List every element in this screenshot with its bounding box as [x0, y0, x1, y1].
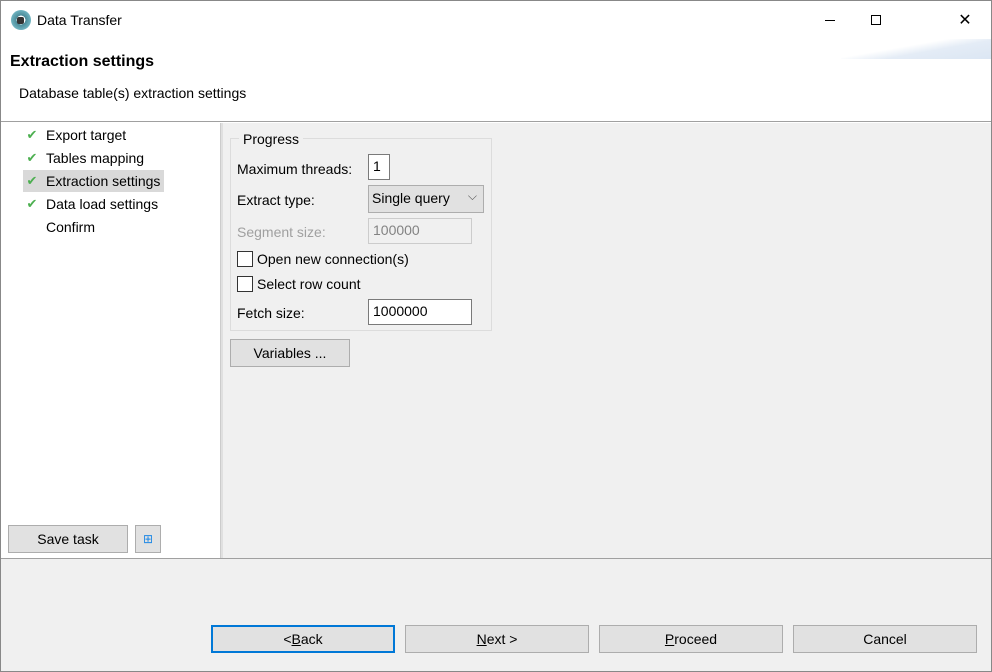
fetch-size-input[interactable]: 1000000 — [368, 299, 472, 325]
step-label: Extraction settings — [46, 173, 161, 189]
save-task-label: Save task — [37, 531, 99, 547]
step-label: Confirm — [46, 219, 96, 235]
step-confirm[interactable]: Confirm — [23, 216, 99, 238]
step-extraction-settings[interactable]: ✔ Extraction settings — [23, 170, 165, 192]
tasks-icon: ⊞ — [142, 532, 154, 546]
mnemonic: B — [291, 631, 301, 647]
title-bar: Data Transfer ✕ — [1, 1, 991, 39]
back-label-rest: ack — [300, 631, 323, 647]
mnemonic: N — [476, 631, 487, 647]
data-transfer-window: Data Transfer ✕ Extraction settings Data… — [0, 0, 992, 672]
page-title: Extraction settings — [10, 53, 155, 70]
segment-size-input: 100000 — [368, 218, 472, 244]
close-button[interactable]: ✕ — [899, 1, 991, 39]
step-data-load-settings[interactable]: ✔ Data load settings — [23, 193, 162, 215]
steps-panel: ✔ Export target ✔ Tables mapping ✔ Extracti… — [1, 123, 221, 558]
back-button[interactable]: < Back — [211, 625, 395, 653]
segment-size-label: Segment size: — [237, 224, 326, 240]
extract-type-value: Single query — [372, 190, 450, 206]
variables-label: Variables ... — [253, 345, 327, 361]
minimize-icon — [825, 19, 835, 21]
extract-type-select[interactable]: Single query ⌵ — [368, 185, 484, 213]
check-icon: ✔ — [26, 196, 38, 211]
check-icon: ✔ — [26, 150, 38, 165]
proceed-label: roceed — [674, 631, 718, 647]
tasks-button[interactable]: ⊞ — [135, 525, 161, 553]
header-banner — [841, 39, 991, 59]
max-threads-label: Maximum threads: — [237, 161, 353, 177]
close-icon: ✕ — [958, 12, 972, 29]
cancel-button[interactable]: Cancel — [793, 625, 977, 653]
extract-type-label: Extract type: — [237, 192, 315, 208]
minimize-button[interactable] — [807, 1, 853, 39]
checkbox-box — [237, 276, 253, 292]
select-row-count-label: Select row count — [257, 276, 361, 292]
progress-group-label: Progress — [239, 131, 304, 147]
maximize-button[interactable] — [853, 1, 899, 39]
chevron-down-icon: ⌵ — [467, 189, 477, 203]
maximize-icon — [871, 15, 881, 25]
check-icon: ✔ — [26, 173, 38, 188]
page-description: Database table(s) extraction settings — [19, 85, 247, 101]
step-export-target[interactable]: ✔ Export target — [23, 124, 130, 146]
progress-group: Progress Maximum threads: 1 Extract type… — [230, 131, 492, 331]
select-row-count-checkbox[interactable]: Select row count — [237, 276, 361, 292]
dbeaver-logo-icon — [11, 10, 31, 30]
save-task-button[interactable]: Save task — [8, 525, 128, 553]
proceed-button[interactable]: Proceed — [599, 625, 783, 653]
cancel-label: Cancel — [863, 631, 907, 647]
mnemonic: P — [664, 631, 675, 647]
checkbox-box — [237, 251, 253, 267]
step-label: Tables mapping — [46, 150, 145, 166]
variables-button[interactable]: Variables ... — [230, 339, 350, 367]
window-title: Data Transfer — [37, 12, 122, 28]
fetch-size-label: Fetch size: — [237, 305, 305, 321]
next-button[interactable]: Next > — [405, 625, 589, 653]
open-new-connection-label: Open new connection(s) — [257, 251, 409, 267]
wizard-header: Extraction settings Database table(s) ex… — [1, 39, 991, 122]
back-label: < — [283, 631, 292, 647]
step-tables-mapping[interactable]: ✔ Tables mapping — [23, 147, 148, 169]
settings-panel: Progress Maximum threads: 1 Extract type… — [223, 123, 991, 558]
step-label: Data load settings — [46, 196, 159, 212]
max-threads-input[interactable]: 1 — [368, 154, 390, 180]
check-icon: ✔ — [26, 127, 38, 142]
next-label: ext > — [486, 631, 518, 647]
open-new-connection-checkbox[interactable]: Open new connection(s) — [237, 251, 409, 267]
button-bar: < Back Next > Proceed Cancel — [1, 558, 991, 671]
step-label: Export target — [46, 127, 127, 143]
